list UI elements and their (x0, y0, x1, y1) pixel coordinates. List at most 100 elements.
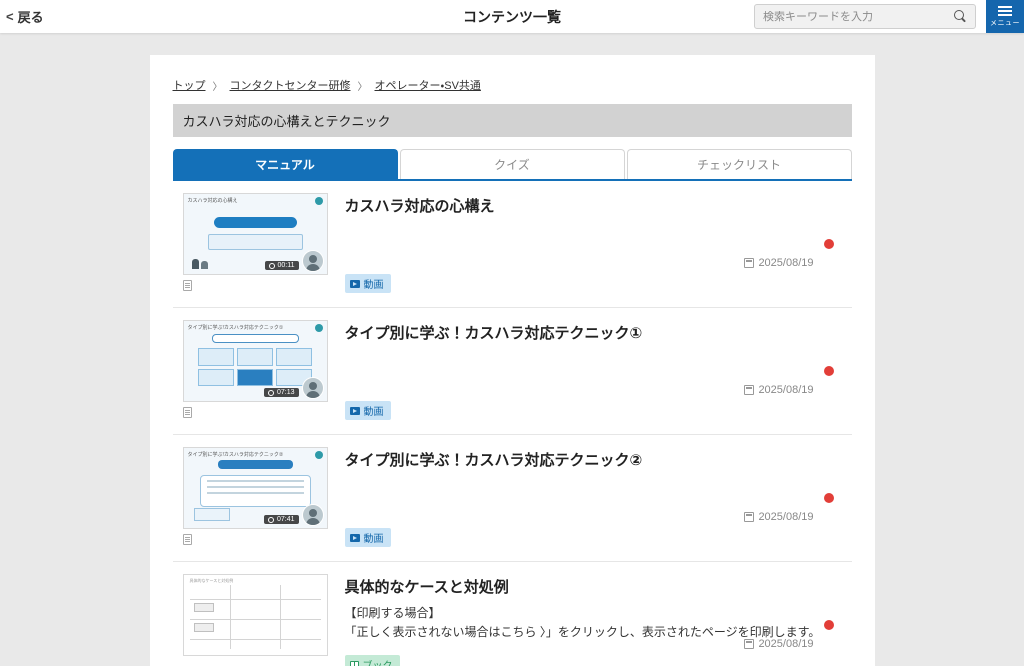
unread-indicator (824, 493, 834, 503)
slide-graphic (214, 217, 297, 228)
document-icon (183, 534, 192, 545)
video-icon (350, 534, 360, 542)
item-title[interactable]: タイプ別に学ぶ！カスハラ対応テクニック① (345, 322, 852, 343)
list-item[interactable]: タイプ別に学ぶ!カスハラ対応テクニック① 07:13 タイプ別に学ぶ！カスハラ対… (173, 308, 852, 435)
date-text: 2025/08/19 (758, 384, 813, 396)
doc-line-graphic (190, 619, 321, 620)
slide-panel-graphic (200, 475, 311, 507)
thumbnail-logo-icon (315, 451, 323, 459)
item-date: 2025/08/19 (744, 511, 813, 523)
list-item[interactable]: カスハラ対応の心構え 00:11 カスハラ対応の心構え (173, 181, 852, 308)
thumbnail-slide-title: タイプ別に学ぶ!カスハラ対応テクニック① (188, 324, 311, 331)
doc-cell-graphic (194, 623, 214, 632)
hamburger-icon (998, 6, 1012, 16)
date-text: 2025/08/19 (758, 257, 813, 269)
document-icon (183, 280, 192, 291)
doc-line-graphic (190, 599, 321, 600)
calendar-icon (744, 639, 754, 649)
breadcrumb-link-top[interactable]: トップ (173, 77, 206, 93)
document-icon (183, 407, 192, 418)
video-duration: 07:41 (277, 516, 295, 523)
app-header: < 戻る コンテンツ一覧 メニュー (0, 0, 1024, 33)
content-list: カスハラ対応の心構え 00:11 カスハラ対応の心構え (173, 181, 852, 666)
unread-indicator (824, 366, 834, 376)
clock-icon (268, 517, 274, 523)
menu-button[interactable]: メニュー (986, 0, 1024, 33)
tab-quiz[interactable]: クイズ (400, 149, 625, 179)
main-area: トップ 〉 コンタクトセンター研修 〉 オペレーター・SV共通 カスハラ対応の心… (0, 55, 1024, 666)
presenter-avatar (302, 377, 324, 399)
item-date: 2025/08/19 (744, 257, 813, 269)
content-card: トップ 〉 コンタクトセンター研修 〉 オペレーター・SV共通 カスハラ対応の心… (150, 55, 875, 666)
video-duration-badge: 00:11 (265, 261, 299, 270)
item-date: 2025/08/19 (744, 384, 813, 396)
video-duration: 07:13 (277, 389, 295, 396)
unread-indicator (824, 620, 834, 630)
item-title[interactable]: 具体的なケースと対処例 (345, 576, 852, 597)
search-box (754, 4, 976, 29)
slide-grid-graphic (198, 348, 313, 386)
thumbnail-doc-title: 具体的なケースと対処例 (190, 578, 234, 584)
item-body: タイプ別に学ぶ！カスハラ対応テクニック② 動画 (345, 447, 852, 561)
presenter-avatar (302, 504, 324, 526)
section-title-bar: カスハラ対応の心構えとテクニック (173, 104, 852, 137)
doc-line-graphic (190, 639, 321, 640)
tab-checklist[interactable]: チェックリスト (627, 149, 852, 179)
clock-icon (268, 390, 274, 396)
thumbnail-column: タイプ別に学ぶ!カスハラ対応テクニック① 07:13 (183, 320, 345, 434)
item-body: 具体的なケースと対処例 【印刷する場合】 「正しく表示されない場合はこちら 〉」… (345, 574, 852, 666)
slide-graphic (212, 334, 299, 343)
breadcrumb-separator-icon: 〉 (213, 78, 223, 93)
video-thumbnail[interactable]: タイプ別に学ぶ!カスハラ対応テクニック① 07:13 (183, 320, 328, 402)
video-badge: 動画 (345, 274, 391, 293)
item-title[interactable]: タイプ別に学ぶ！カスハラ対応テクニック② (345, 449, 852, 470)
menu-label: メニュー (990, 18, 1020, 28)
video-badge: 動画 (345, 528, 391, 547)
slide-figures-graphic (192, 257, 210, 269)
calendar-icon (744, 385, 754, 395)
video-duration-badge: 07:41 (264, 515, 299, 524)
calendar-icon (744, 512, 754, 522)
presenter-avatar (302, 250, 324, 272)
date-text: 2025/08/19 (758, 638, 813, 650)
back-button[interactable]: < 戻る (6, 0, 44, 33)
unread-indicator (824, 239, 834, 249)
video-thumbnail[interactable]: タイプ別に学ぶ!カスハラ対応テクニック② 07:41 (183, 447, 328, 529)
breadcrumb-link-common[interactable]: オペレーター・SV共通 (375, 77, 481, 93)
book-badge: ブック (345, 655, 400, 666)
search-input[interactable] (763, 11, 954, 23)
video-badge: 動画 (345, 401, 391, 420)
item-body: カスハラ対応の心構え 動画 (345, 193, 852, 307)
search-icon[interactable] (954, 10, 967, 23)
back-label: 戻る (18, 7, 44, 26)
video-icon (350, 407, 360, 415)
item-description: 【印刷する場合】 「正しく表示されない場合はこちら 〉」をクリックし、表示された… (345, 604, 852, 641)
calendar-icon (744, 258, 754, 268)
date-text: 2025/08/19 (758, 511, 813, 523)
clock-icon (269, 263, 275, 269)
breadcrumb-separator-icon: 〉 (358, 78, 368, 93)
item-body: タイプ別に学ぶ！カスハラ対応テクニック① 動画 (345, 320, 852, 434)
item-title[interactable]: カスハラ対応の心構え (345, 195, 852, 216)
tab-bar: マニュアル クイズ チェックリスト (173, 149, 852, 181)
book-icon (350, 661, 359, 666)
thumbnail-slide-title: タイプ別に学ぶ!カスハラ対応テクニック② (188, 451, 311, 458)
document-thumbnail[interactable]: 具体的なケースと対処例 (183, 574, 328, 656)
doc-cell-graphic (194, 603, 214, 612)
video-icon (350, 280, 360, 288)
thumbnail-slide-title: カスハラ対応の心構え (188, 197, 311, 204)
list-item[interactable]: 具体的なケースと対処例 具体的なケースと対処例 【印刷する場合】 「正 (173, 562, 852, 666)
video-duration: 00:11 (278, 262, 295, 269)
list-item[interactable]: タイプ別に学ぶ!カスハラ対応テクニック② 07:41 タイプ (173, 435, 852, 562)
thumbnail-logo-icon (315, 197, 323, 205)
thumbnail-column: 具体的なケースと対処例 (183, 574, 345, 666)
back-chevron-icon: < (6, 9, 14, 24)
tab-manual[interactable]: マニュアル (173, 149, 398, 179)
video-duration-badge: 07:13 (264, 388, 299, 397)
slide-graphic (208, 234, 303, 250)
badge-label: 動画 (364, 403, 384, 418)
breadcrumb-link-training[interactable]: コンタクトセンター研修 (230, 77, 351, 93)
slide-graphic (218, 460, 293, 469)
item-date: 2025/08/19 (744, 638, 813, 650)
video-thumbnail[interactable]: カスハラ対応の心構え 00:11 (183, 193, 328, 275)
